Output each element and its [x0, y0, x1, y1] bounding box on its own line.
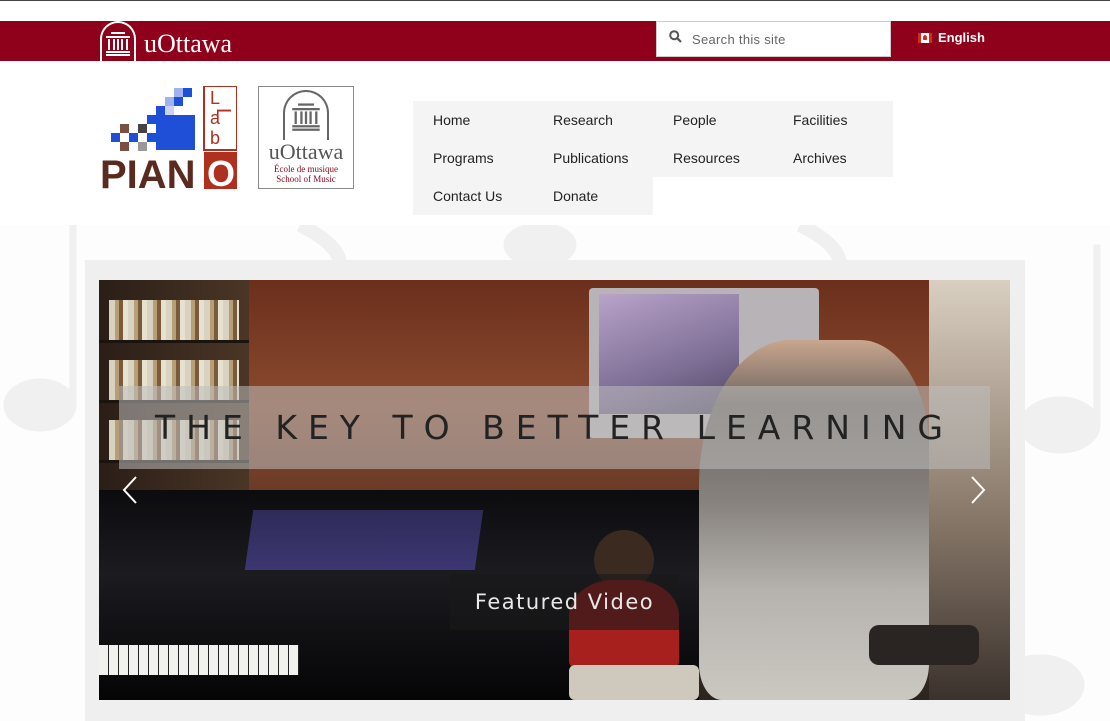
piano-keys-image	[99, 645, 299, 675]
nav-item-home[interactable]: Home	[413, 101, 533, 139]
canada-flag-icon	[918, 32, 932, 43]
uottawa-crest-icon	[283, 90, 329, 140]
nav-item-publications[interactable]: Publications	[533, 139, 653, 177]
hero-headline: THE KEY TO BETTER LEARNING	[155, 408, 954, 447]
school-logo-wordmark: uOttawa	[268, 139, 344, 164]
school-logo-english: School of Music	[276, 174, 336, 184]
nav-item-programs[interactable]: Programs	[413, 139, 533, 177]
main-navigation: Home Research People Facilities Programs…	[413, 101, 893, 215]
search-input[interactable]	[692, 31, 872, 47]
nav-item-facilities[interactable]: Facilities	[773, 101, 893, 139]
nav-item-resources[interactable]: Resources	[653, 139, 773, 177]
piano-lab-logo[interactable]: L L a b PIAN O	[100, 86, 237, 189]
hero-slide-image[interactable]	[99, 280, 1010, 700]
university-bar: uOttawa English	[0, 21, 1110, 61]
uottawa-logo-link[interactable]: uOttawa	[100, 21, 232, 61]
lab-letter-l-text: L	[210, 88, 220, 108]
school-logo-french: École de musique	[274, 164, 338, 174]
top-border	[0, 0, 1110, 21]
lab-letter-b-text: b	[210, 128, 220, 148]
language-toggle[interactable]: English	[918, 30, 985, 45]
uottawa-crest-icon	[100, 21, 136, 61]
stool-image	[869, 625, 979, 665]
slider-next-button[interactable]	[966, 472, 990, 508]
site-search[interactable]	[656, 21, 891, 57]
chevron-right-icon	[971, 476, 986, 504]
nav-item-contact-us[interactable]: Contact Us	[413, 177, 533, 215]
piano-cloth-image	[244, 510, 484, 570]
slider-prev-button[interactable]	[118, 472, 142, 508]
pixel-mosaic-icon	[111, 88, 195, 151]
nav-item-research[interactable]: Research	[533, 101, 653, 139]
nav-item-donate[interactable]: Donate	[533, 177, 653, 215]
child-legs-image	[569, 665, 699, 700]
piano-letter-o: O	[207, 153, 235, 189]
search-icon[interactable]	[669, 30, 682, 48]
language-label[interactable]: English	[938, 30, 985, 45]
nav-item-people[interactable]: People	[653, 101, 773, 139]
school-of-music-logo[interactable]: uOttawa École de musique School of Music	[258, 86, 354, 189]
nav-item-archives[interactable]: Archives	[773, 139, 893, 177]
hero-headline-banner: THE KEY TO BETTER LEARNING	[119, 386, 990, 469]
featured-video-button[interactable]: Featured Video	[450, 574, 679, 630]
chevron-left-icon	[122, 476, 137, 504]
piano-word: PIAN	[100, 153, 196, 189]
uottawa-wordmark: uOttawa	[144, 29, 233, 58]
lab-letter-a-text: a	[210, 108, 221, 128]
